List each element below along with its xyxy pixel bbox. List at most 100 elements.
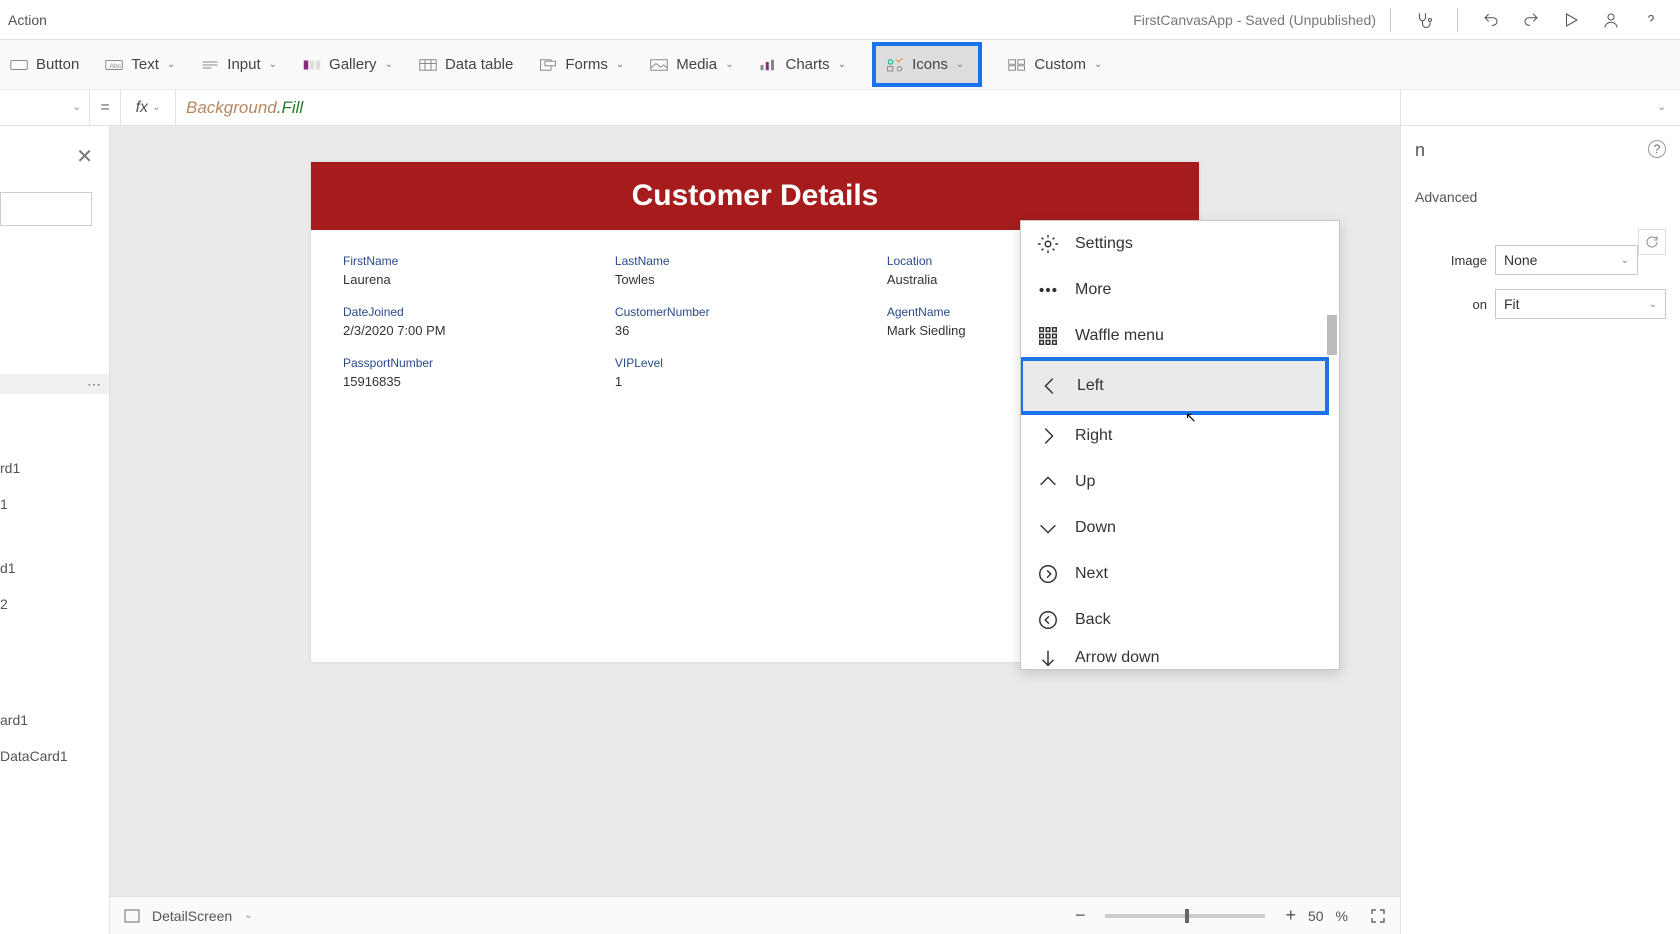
position-select[interactable]: Fit⌄: [1495, 289, 1666, 319]
chevron-down-icon: [1037, 517, 1059, 539]
tree-node[interactable]: DataCard1: [0, 738, 109, 774]
undo-icon[interactable]: [1482, 11, 1500, 29]
menu-item-down[interactable]: Down: [1021, 505, 1339, 551]
icons-icon: [886, 57, 904, 73]
help-icon[interactable]: ?: [1648, 140, 1666, 158]
custom-icon: [1008, 57, 1026, 73]
screen-name[interactable]: DetailScreen: [152, 908, 232, 924]
topbar: Action FirstCanvasApp - Saved (Unpublish…: [0, 0, 1680, 40]
property-panel-selector[interactable]: ⌄: [1400, 90, 1680, 125]
status-bar: DetailScreen ⌄ − + 50 %: [110, 896, 1400, 934]
ribbon-charts[interactable]: Charts⌄: [759, 56, 846, 73]
insert-ribbon: Button Abc Text⌄ Input⌄ Gallery⌄ Data ta…: [0, 40, 1680, 90]
field-label: CustomerNumber: [615, 305, 887, 319]
more-icon[interactable]: ⋯: [87, 376, 103, 393]
help-icon[interactable]: [1642, 11, 1660, 29]
form-icon: [539, 57, 557, 73]
zoom-pct: %: [1336, 908, 1348, 924]
menu-item-back[interactable]: Back: [1021, 597, 1339, 643]
tree-node-selected[interactable]: ⋯: [0, 374, 109, 394]
ribbon-media[interactable]: Media⌄: [650, 56, 733, 73]
zoom-value: 50: [1308, 908, 1324, 924]
gear-icon: [1037, 233, 1059, 255]
ribbon-forms[interactable]: Forms⌄: [539, 56, 624, 73]
menu-item-up[interactable]: Up: [1021, 459, 1339, 505]
zoom-out-button[interactable]: −: [1075, 905, 1086, 926]
search-input[interactable]: [0, 192, 92, 226]
field-value: Laurena: [343, 272, 615, 287]
ribbon-datatable[interactable]: Data table: [419, 56, 513, 73]
image-select[interactable]: None⌄: [1495, 245, 1638, 275]
tree-node[interactable]: 1: [0, 486, 109, 522]
properties-panel: n ? Advanced Image None⌄ on Fit⌄: [1400, 126, 1680, 934]
media-icon: [650, 57, 668, 73]
prop-label-image: Image: [1415, 253, 1487, 268]
tab-advanced[interactable]: Advanced: [1415, 189, 1477, 209]
menu-item-right[interactable]: Right: [1021, 413, 1339, 459]
play-icon[interactable]: [1562, 11, 1580, 29]
person-icon[interactable]: [1602, 11, 1620, 29]
chart-icon: [759, 57, 777, 73]
field-label: DateJoined: [343, 305, 615, 319]
field-value: 36: [615, 323, 887, 338]
ribbon-text[interactable]: Abc Text⌄: [105, 56, 175, 73]
panel-title-frag: n: [1415, 140, 1425, 160]
tree-node[interactable]: d1: [0, 550, 109, 586]
tree-node[interactable]: ard1: [0, 702, 109, 738]
prop-label-position: on: [1415, 297, 1487, 312]
field-label: FirstName: [343, 254, 615, 268]
icons-dropdown[interactable]: Settings More Waffle menu Left ↖ Right U…: [1020, 220, 1340, 670]
button-icon: [10, 57, 28, 73]
field-label: LastName: [615, 254, 887, 268]
screen-icon: [124, 908, 140, 924]
ribbon-button[interactable]: Button: [10, 56, 79, 73]
field-value: 1: [615, 374, 887, 389]
formula-input[interactable]: Background.Fill: [176, 98, 1400, 118]
arrow-down-icon: [1037, 647, 1059, 669]
menu-item-arrowdown[interactable]: Arrow down: [1021, 643, 1339, 670]
field-label: PassportNumber: [343, 356, 615, 370]
stethoscope-icon[interactable]: [1415, 11, 1433, 29]
next-icon: [1037, 563, 1059, 585]
fx-button[interactable]: fx⌄: [120, 90, 176, 125]
field-label: VIPLevel: [615, 356, 887, 370]
gallery-icon: [303, 57, 321, 73]
chevron-up-icon: [1037, 471, 1059, 493]
formula-bar: ⌄ = fx⌄ Background.Fill ⌄: [0, 90, 1680, 126]
close-icon[interactable]: ✕: [76, 144, 109, 169]
ribbon-gallery[interactable]: Gallery⌄: [303, 56, 393, 73]
waffle-icon: [1037, 325, 1059, 347]
image-picker-button[interactable]: [1638, 229, 1666, 255]
zoom-slider[interactable]: [1105, 914, 1265, 918]
more-icon: [1037, 279, 1059, 301]
tree-node[interactable]: 2: [0, 586, 109, 622]
ribbon-icons[interactable]: Icons⌄: [872, 42, 982, 87]
chevron-right-icon: [1037, 425, 1059, 447]
menu-item-next[interactable]: Next: [1021, 551, 1339, 597]
zoom-in-button[interactable]: +: [1285, 905, 1296, 926]
svg-text:Abc: Abc: [110, 63, 122, 70]
tab-action[interactable]: Action: [8, 12, 47, 28]
menu-item-settings[interactable]: Settings: [1021, 221, 1339, 267]
menu-scrollbar[interactable]: [1327, 221, 1337, 669]
tree-panel: ✕ ⋯ rd1 1 d1 2 ard1 DataCard1: [0, 126, 110, 934]
divider: [1457, 8, 1458, 32]
redo-icon[interactable]: [1522, 11, 1540, 29]
ribbon-input[interactable]: Input⌄: [201, 56, 277, 73]
table-icon: [419, 57, 437, 73]
divider: [1390, 8, 1391, 32]
refresh-icon: [1645, 235, 1659, 249]
fullscreen-icon[interactable]: [1370, 908, 1386, 924]
menu-item-more[interactable]: More: [1021, 267, 1339, 313]
equals-sign: =: [90, 99, 120, 117]
field-value: 2/3/2020 7:00 PM: [343, 323, 615, 338]
menu-item-left[interactable]: Left ↖: [1020, 357, 1329, 415]
chevron-left-icon: [1039, 375, 1061, 397]
property-selector[interactable]: ⌄: [0, 90, 90, 125]
field-value: Towles: [615, 272, 887, 287]
ribbon-custom[interactable]: Custom⌄: [1008, 56, 1102, 73]
menu-item-waffle[interactable]: Waffle menu: [1021, 313, 1339, 359]
field-value: 15916835: [343, 374, 615, 389]
back-icon: [1037, 609, 1059, 631]
tree-node[interactable]: rd1: [0, 450, 109, 486]
